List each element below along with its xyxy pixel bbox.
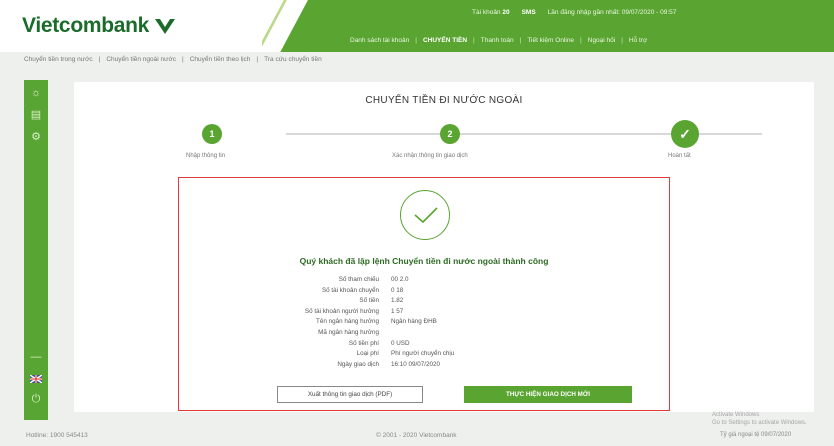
vietcombank-logo[interactable]: Vietcombank	[22, 14, 177, 38]
calendar-icon[interactable]: ▤	[29, 108, 43, 122]
detail-row: Mã ngân hàng hưởng	[318, 328, 379, 336]
activate-windows-notice: Activate Windows Go to Settings to activ…	[712, 412, 807, 426]
sms-label: SMS	[521, 9, 536, 16]
account-count: Tài khoản 20	[472, 9, 510, 16]
transaction-details: Số tham chiếu 00 2.0 Số tài khoản chuyển 0…	[179, 275, 669, 370]
success-message: Quý khách đã lập lệnh Chuyển tiền đi nướ…	[299, 256, 549, 266]
detail-row: Ngày giao dịch 16:10 09/07/2020	[337, 360, 441, 368]
print-receipt-button[interactable]: Xuất thông tin giao dịch (PDF)	[277, 386, 423, 403]
left-rail: ☼ ▤ ⚙ — ⏻	[24, 80, 48, 420]
minimize-icon[interactable]: —	[29, 350, 43, 364]
step-3-check-icon: ✓	[671, 120, 699, 148]
nav-support[interactable]: Hỗ trợ	[629, 37, 647, 44]
detail-row: Số tài khoản người hưởng 1 57	[304, 307, 404, 315]
step-2-label: Xác nhận thông tin giao dịch	[392, 153, 468, 159]
brand-name: Vietcombank	[22, 14, 150, 37]
step-1-label: Nhập thông tin	[186, 153, 226, 159]
detail-row: Số tham chiếu 00 2.0	[338, 276, 409, 283]
detail-row: Số tài khoản chuyển 0 18	[321, 286, 404, 294]
step-2-dot: 2	[440, 124, 460, 144]
nav-payment[interactable]: Thanh toán	[481, 37, 514, 44]
hotline: Hotline: 1900 545413	[26, 432, 88, 439]
sub-nav: Chuyển tiền trong nước | Chuyển tiền ngoà…	[24, 56, 322, 63]
nav-forex[interactable]: Ngoại hối	[588, 37, 615, 44]
step-3-label: Hoàn tất	[668, 153, 691, 159]
subnav-scheduled[interactable]: Chuyển tiền theo lịch	[190, 56, 251, 63]
nav-accounts[interactable]: Danh sách tài khoản	[350, 37, 409, 44]
transfer-panel: CHUYỂN TIỀN ĐI NƯỚC NGOÀI 1 2 ✓ Nhập thô…	[74, 82, 814, 412]
detail-row: Số tiền phí 0 USD	[348, 339, 410, 347]
detail-row: Tên ngân hàng hưởng Ngân hàng ĐHB	[316, 318, 437, 326]
step-1-dot: 1	[202, 124, 222, 144]
copyright: © 2001 - 2020 Vietcombank	[376, 432, 457, 439]
main-nav: Danh sách tài khoản | CHUYỂN TIỀN | Thanh …	[350, 37, 648, 44]
detail-row: Số tiền 1.82	[359, 297, 404, 305]
subnav-lookup[interactable]: Tra cứu chuyển tiền	[264, 56, 322, 63]
subnav-international[interactable]: Chuyển tiền ngoài nước	[106, 56, 176, 63]
success-check-icon	[400, 190, 450, 240]
result-box: Quý khách đã lập lệnh Chuyển tiền đi nướ…	[178, 177, 670, 411]
power-icon[interactable]: ⏻	[29, 392, 43, 406]
nav-savings[interactable]: Tiết kiệm Online	[527, 37, 574, 44]
settings-icon[interactable]: ⚙	[29, 130, 43, 144]
new-transaction-button[interactable]: THỰC HIỆN GIAO DỊCH MỚI	[464, 386, 632, 403]
header-swoosh	[262, 0, 306, 52]
detail-row: Loại phí Phí người chuyển chịu	[356, 350, 455, 358]
exchange-rate-link[interactable]: Tỷ giá ngoại tệ 09/07/2020	[720, 432, 791, 438]
top-header: Vietcombank Tài khoản 20 SMS Lần đăng nh…	[0, 0, 834, 52]
header-account-info: Tài khoản 20 SMS Lần đăng nhập gần nhất:…	[472, 9, 828, 16]
vcb-logo-icon	[155, 19, 176, 34]
language-flag-icon[interactable]	[29, 372, 43, 386]
last-login: Lần đăng nhập gần nhất: 09/07/2020 - 09:…	[547, 9, 677, 16]
page-title: CHUYỂN TIỀN ĐI NƯỚC NGOÀI	[365, 95, 523, 106]
sun-icon[interactable]: ☼	[29, 86, 43, 100]
subnav-domestic[interactable]: Chuyển tiền trong nước	[24, 56, 93, 63]
header-banner: Tài khoản 20 SMS Lần đăng nhập gần nhất:…	[262, 0, 834, 52]
nav-transfer[interactable]: CHUYỂN TIỀN	[423, 37, 467, 44]
